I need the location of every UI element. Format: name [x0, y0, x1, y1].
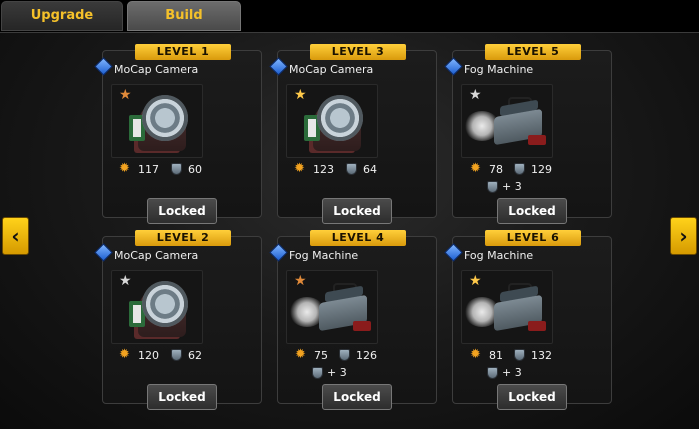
- bonus-value: + 3: [327, 366, 347, 379]
- lens-graphic: [142, 281, 188, 327]
- power-icon: ✹: [470, 161, 481, 176]
- defense-value: 129: [531, 163, 552, 176]
- item-name: MoCap Camera: [289, 63, 374, 76]
- tab-bar: Upgrade Build: [0, 0, 699, 32]
- item-name: Fog Machine: [289, 249, 359, 262]
- power-value: 120: [138, 349, 159, 362]
- remote-graphic: [528, 321, 546, 331]
- power-icon: ✹: [294, 161, 305, 176]
- chevron-left-icon: ‹: [11, 224, 20, 248]
- defense-value: 132: [531, 349, 552, 362]
- locked-button[interactable]: Locked: [147, 198, 217, 224]
- power-icon: ✹: [119, 161, 130, 176]
- power-icon: ✹: [470, 347, 481, 362]
- rarity-star-icon: ★: [469, 273, 482, 289]
- locked-button[interactable]: Locked: [497, 384, 567, 410]
- bonus-value: + 3: [502, 180, 522, 193]
- level-ribbon: LEVEL 1: [128, 44, 238, 60]
- defense-value: 60: [188, 163, 202, 176]
- rarity-star-icon: ★: [294, 273, 307, 289]
- level-ribbon: LEVEL 5: [478, 44, 588, 60]
- item-card[interactable]: LEVEL 6 Fog Machine ★ ✹ 81 132 + 3 Locked: [444, 230, 612, 410]
- fog-machine-image: ★: [461, 84, 553, 158]
- bonus-value: + 3: [502, 366, 522, 379]
- blueprint-gem-icon: [269, 57, 288, 76]
- shield-icon: [171, 163, 182, 175]
- locked-button[interactable]: Locked: [147, 384, 217, 410]
- shield-icon: [346, 163, 357, 175]
- shield-icon: [339, 349, 350, 361]
- locked-button[interactable]: Locked: [322, 198, 392, 224]
- power-value: 81: [489, 349, 503, 362]
- tab-build[interactable]: Build: [127, 1, 241, 31]
- level-ribbon: LEVEL 3: [303, 44, 413, 60]
- item-card[interactable]: LEVEL 2 MoCap Camera ★ ✹ 120 62 Locked: [94, 230, 262, 410]
- level-ribbon: LEVEL 2: [128, 230, 238, 246]
- rarity-star-icon: ★: [469, 87, 482, 103]
- shield-icon: [514, 349, 525, 361]
- power-value: 75: [314, 349, 328, 362]
- power-value: 78: [489, 163, 503, 176]
- shield-icon: [171, 349, 182, 361]
- blueprint-gem-icon: [444, 243, 463, 262]
- item-card[interactable]: LEVEL 4 Fog Machine ★ ✹ 75 126 + 3 Locked: [269, 230, 437, 410]
- side-panel-graphic: [133, 305, 141, 323]
- mocap-camera-image: ★: [111, 84, 203, 158]
- item-name: Fog Machine: [464, 63, 534, 76]
- remote-graphic: [353, 321, 371, 331]
- item-card[interactable]: LEVEL 3 MoCap Camera ★ ✹ 123 64 Locked: [269, 44, 437, 224]
- item-name: Fog Machine: [464, 249, 534, 262]
- next-page-button[interactable]: ›: [670, 217, 697, 255]
- tab-upgrade[interactable]: Upgrade: [1, 1, 123, 31]
- shield-icon: [487, 367, 498, 379]
- build-panel: ‹ › LEVEL 1 MoCap Camera ★ ✹ 117 60 Locked LEVE…: [0, 32, 699, 429]
- side-panel-graphic: [133, 119, 141, 137]
- remote-graphic: [528, 135, 546, 145]
- blueprint-gem-icon: [94, 57, 113, 76]
- defense-value: 64: [363, 163, 377, 176]
- rarity-star-icon: ★: [294, 87, 307, 103]
- item-name: MoCap Camera: [114, 63, 199, 76]
- shield-icon: [487, 181, 498, 193]
- power-icon: ✹: [119, 347, 130, 362]
- lens-graphic: [142, 95, 188, 141]
- power-value: 117: [138, 163, 159, 176]
- level-ribbon: LEVEL 4: [303, 230, 413, 246]
- mocap-camera-image: ★: [286, 84, 378, 158]
- shield-icon: [514, 163, 525, 175]
- rarity-star-icon: ★: [119, 273, 132, 289]
- item-card[interactable]: LEVEL 1 MoCap Camera ★ ✹ 117 60 Locked: [94, 44, 262, 224]
- previous-page-button[interactable]: ‹: [2, 217, 29, 255]
- blueprint-gem-icon: [444, 57, 463, 76]
- item-name: MoCap Camera: [114, 249, 199, 262]
- lens-graphic: [317, 95, 363, 141]
- blueprint-gem-icon: [269, 243, 288, 262]
- shield-icon: [312, 367, 323, 379]
- blueprint-gem-icon: [94, 243, 113, 262]
- locked-button[interactable]: Locked: [322, 384, 392, 410]
- locked-button[interactable]: Locked: [497, 198, 567, 224]
- fog-machine-image: ★: [286, 270, 378, 344]
- level-ribbon: LEVEL 6: [478, 230, 588, 246]
- mocap-camera-image: ★: [111, 270, 203, 344]
- defense-value: 62: [188, 349, 202, 362]
- defense-value: 126: [356, 349, 377, 362]
- power-icon: ✹: [295, 347, 306, 362]
- power-value: 123: [313, 163, 334, 176]
- chevron-right-icon: ›: [679, 224, 688, 248]
- item-card[interactable]: LEVEL 5 Fog Machine ★ ✹ 78 129 + 3 Locked: [444, 44, 612, 224]
- fog-machine-image: ★: [461, 270, 553, 344]
- side-panel-graphic: [308, 119, 316, 137]
- rarity-star-icon: ★: [119, 87, 132, 103]
